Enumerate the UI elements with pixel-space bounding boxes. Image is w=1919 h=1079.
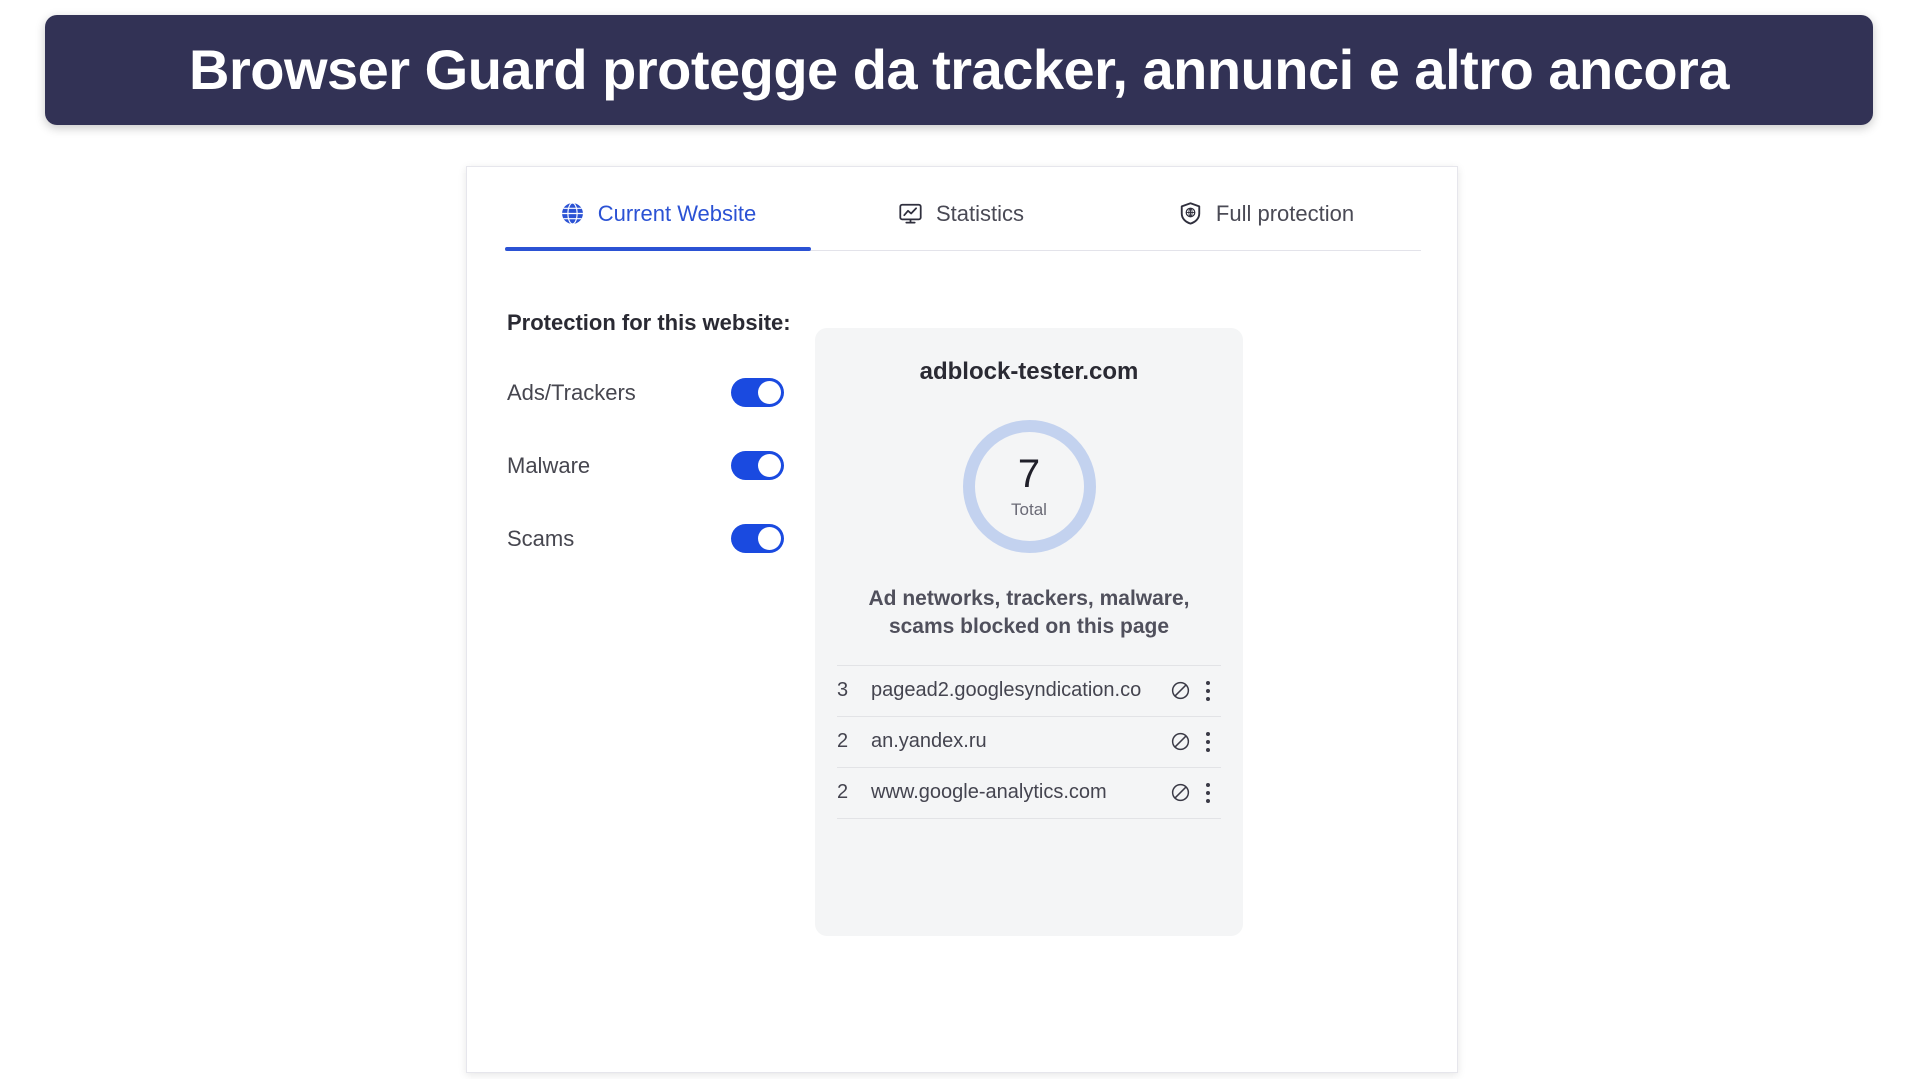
protection-row-malware: Malware (507, 429, 784, 502)
protection-row-scams: Scams (507, 502, 784, 575)
protection-label-malware: Malware (507, 452, 591, 478)
toggle-ads-trackers[interactable] (731, 378, 784, 407)
protection-label-scams: Scams (507, 525, 575, 551)
blocked-counter: 7 Total (837, 420, 1221, 553)
tab-bar: Current Website Statistics Full protecti… (505, 187, 1421, 251)
blocked-count: 2 (837, 730, 849, 753)
menu-dot (1206, 782, 1210, 787)
tab-current-website[interactable]: Current Website (505, 187, 811, 251)
blocked-domain: pagead2.googlesyndication.co (871, 679, 1142, 702)
promo-banner: Browser Guard protegge da tracker, annun… (45, 15, 1873, 125)
blocked-count: 3 (837, 679, 849, 702)
blocked-list-item[interactable]: 3 pagead2.googlesyndication.co (837, 664, 1221, 716)
blocked-list-item[interactable]: 2 an.yandex.ru (837, 715, 1221, 767)
tab-statistics[interactable]: Statistics (811, 187, 1111, 250)
shield-icon (1178, 201, 1203, 226)
blocked-list-item[interactable]: 2 www.google-analytics.com (837, 766, 1221, 819)
popup-body: Protection for this website: Ads/Tracker… (467, 253, 1457, 1072)
menu-dot (1206, 731, 1210, 736)
block-circle-icon[interactable] (1165, 680, 1195, 701)
site-summary-card: adblock-tester.com 7 Total Ad networks, … (815, 328, 1243, 936)
menu-dot (1206, 739, 1210, 744)
menu-dot (1206, 747, 1210, 752)
menu-dot (1206, 680, 1210, 685)
counter-value: 7 (1017, 451, 1041, 496)
blocked-domain: an.yandex.ru (871, 730, 987, 753)
tab-full-protection-label: Full protection (1215, 200, 1355, 226)
menu-dot (1206, 790, 1210, 795)
more-vertical-icon[interactable] (1195, 679, 1221, 703)
protection-row-ads-trackers: Ads/Trackers (507, 356, 784, 429)
tab-statistics-label: Statistics (935, 200, 1025, 226)
counter-ring: 7 Total (962, 420, 1096, 553)
blocked-list: 3 pagead2.googlesyndication.co 2 an.yand… (837, 664, 1221, 819)
block-circle-icon[interactable] (1165, 731, 1195, 752)
blocked-caption: Ad networks, trackers, malware, scams bl… (868, 587, 1190, 638)
toggle-scams[interactable] (731, 524, 784, 553)
menu-dot (1206, 688, 1210, 693)
blocked-count: 2 (837, 781, 849, 804)
more-vertical-icon[interactable] (1195, 730, 1221, 754)
toggle-knob (758, 381, 781, 404)
toggle-knob (758, 454, 781, 477)
toggle-knob (758, 527, 781, 550)
blocked-domain: www.google-analytics.com (871, 781, 1107, 804)
globe-icon (560, 201, 585, 226)
more-vertical-icon[interactable] (1195, 781, 1221, 805)
chart-monitor-icon (898, 201, 923, 226)
menu-dot (1206, 696, 1210, 701)
block-circle-icon[interactable] (1165, 782, 1195, 803)
protection-settings-column: Protection for this website: Ads/Tracker… (467, 253, 815, 1072)
toggle-malware[interactable] (731, 451, 784, 480)
protection-heading: Protection for this website: (507, 310, 791, 335)
promo-banner-text: Browser Guard protegge da tracker, annun… (189, 37, 1729, 101)
site-domain: adblock-tester.com (919, 358, 1139, 385)
counter-caption: Total (1011, 499, 1047, 519)
tab-full-protection[interactable]: Full protection (1111, 187, 1421, 250)
menu-dot (1206, 798, 1210, 803)
tab-current-website-label: Current Website (597, 200, 757, 226)
protection-label-ads-trackers: Ads/Trackers (507, 379, 636, 405)
browser-guard-popup: Current Website Statistics Full protecti… (466, 166, 1458, 1073)
